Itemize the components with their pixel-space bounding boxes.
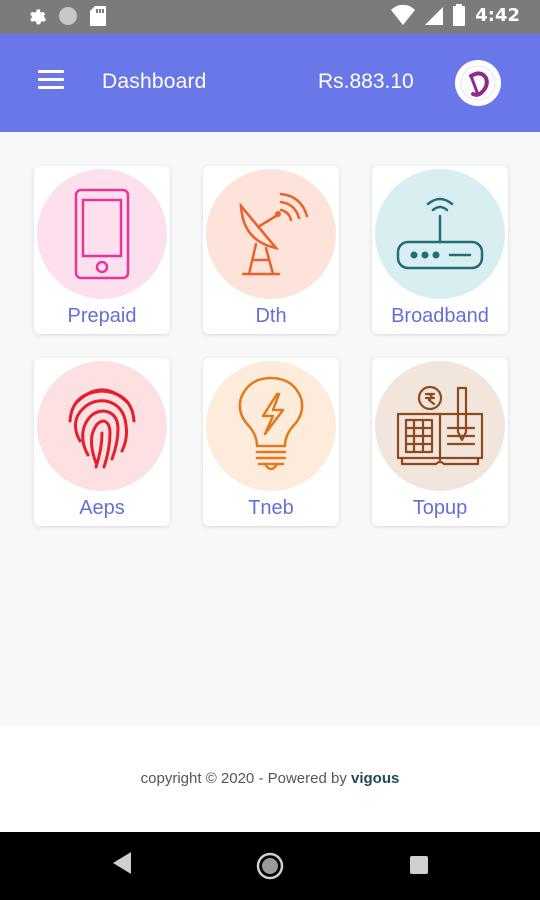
system-nav-bar: [0, 832, 540, 900]
powered-by-link[interactable]: vigous: [351, 770, 399, 787]
tile-icon-bg: [206, 169, 336, 299]
light-bulb-icon: [238, 376, 304, 471]
tile-label: Tneb: [248, 497, 294, 519]
tile-icon-bg: [37, 169, 167, 299]
router-icon: [396, 197, 484, 270]
wallet-balance: Rs.883.10: [318, 70, 414, 93]
tile-broadband[interactable]: Broadband: [372, 166, 508, 334]
service-grid: Prepaid Dth Broadband Aeps Tneb Topup: [34, 166, 508, 526]
sd-card-icon: [90, 6, 106, 26]
circle-icon: [59, 7, 77, 25]
tile-icon-bg: [375, 169, 505, 299]
clock: 4:42: [475, 4, 520, 26]
brand-logo-icon[interactable]: [455, 60, 501, 106]
tile-label: Prepaid: [67, 305, 137, 327]
back-icon[interactable]: [113, 852, 131, 874]
copyright-text: copyright © 2020 - Powered by vigous: [0, 770, 540, 787]
satellite-dish-icon: [239, 192, 309, 276]
tile-tneb[interactable]: Tneb: [203, 358, 339, 526]
tile-icon-bg: [206, 361, 336, 491]
mobile-phone-icon: [74, 188, 130, 280]
tile-icon-bg: [375, 361, 505, 491]
tile-icon-bg: [37, 361, 167, 491]
settings-icon: [30, 9, 46, 25]
tile-topup[interactable]: Topup: [372, 358, 508, 526]
recents-icon[interactable]: [409, 855, 429, 875]
tile-label: Aeps: [79, 497, 125, 519]
hamburger-menu-icon[interactable]: [38, 70, 64, 92]
copyright-prefix: copyright © 2020 - Powered by: [140, 770, 351, 787]
tile-dth[interactable]: Dth: [203, 166, 339, 334]
tile-label: Dth: [255, 305, 287, 327]
tile-aeps[interactable]: Aeps: [34, 358, 170, 526]
app-bar: Dashboard Rs.883.10: [0, 34, 540, 132]
battery-icon: [453, 4, 466, 26]
wifi-icon: [391, 5, 416, 25]
tile-prepaid[interactable]: Prepaid: [34, 166, 170, 334]
footer: copyright © 2020 - Powered by vigous: [0, 726, 540, 832]
tile-label: Topup: [412, 497, 468, 519]
tile-label: Broadband: [391, 305, 489, 327]
page-title: Dashboard: [102, 70, 207, 93]
signal-icon: [425, 7, 444, 25]
accounting-book-icon: [396, 385, 484, 466]
fingerprint-icon: [68, 388, 136, 469]
home-icon[interactable]: [256, 852, 284, 880]
status-bar: 4:42: [0, 0, 540, 34]
